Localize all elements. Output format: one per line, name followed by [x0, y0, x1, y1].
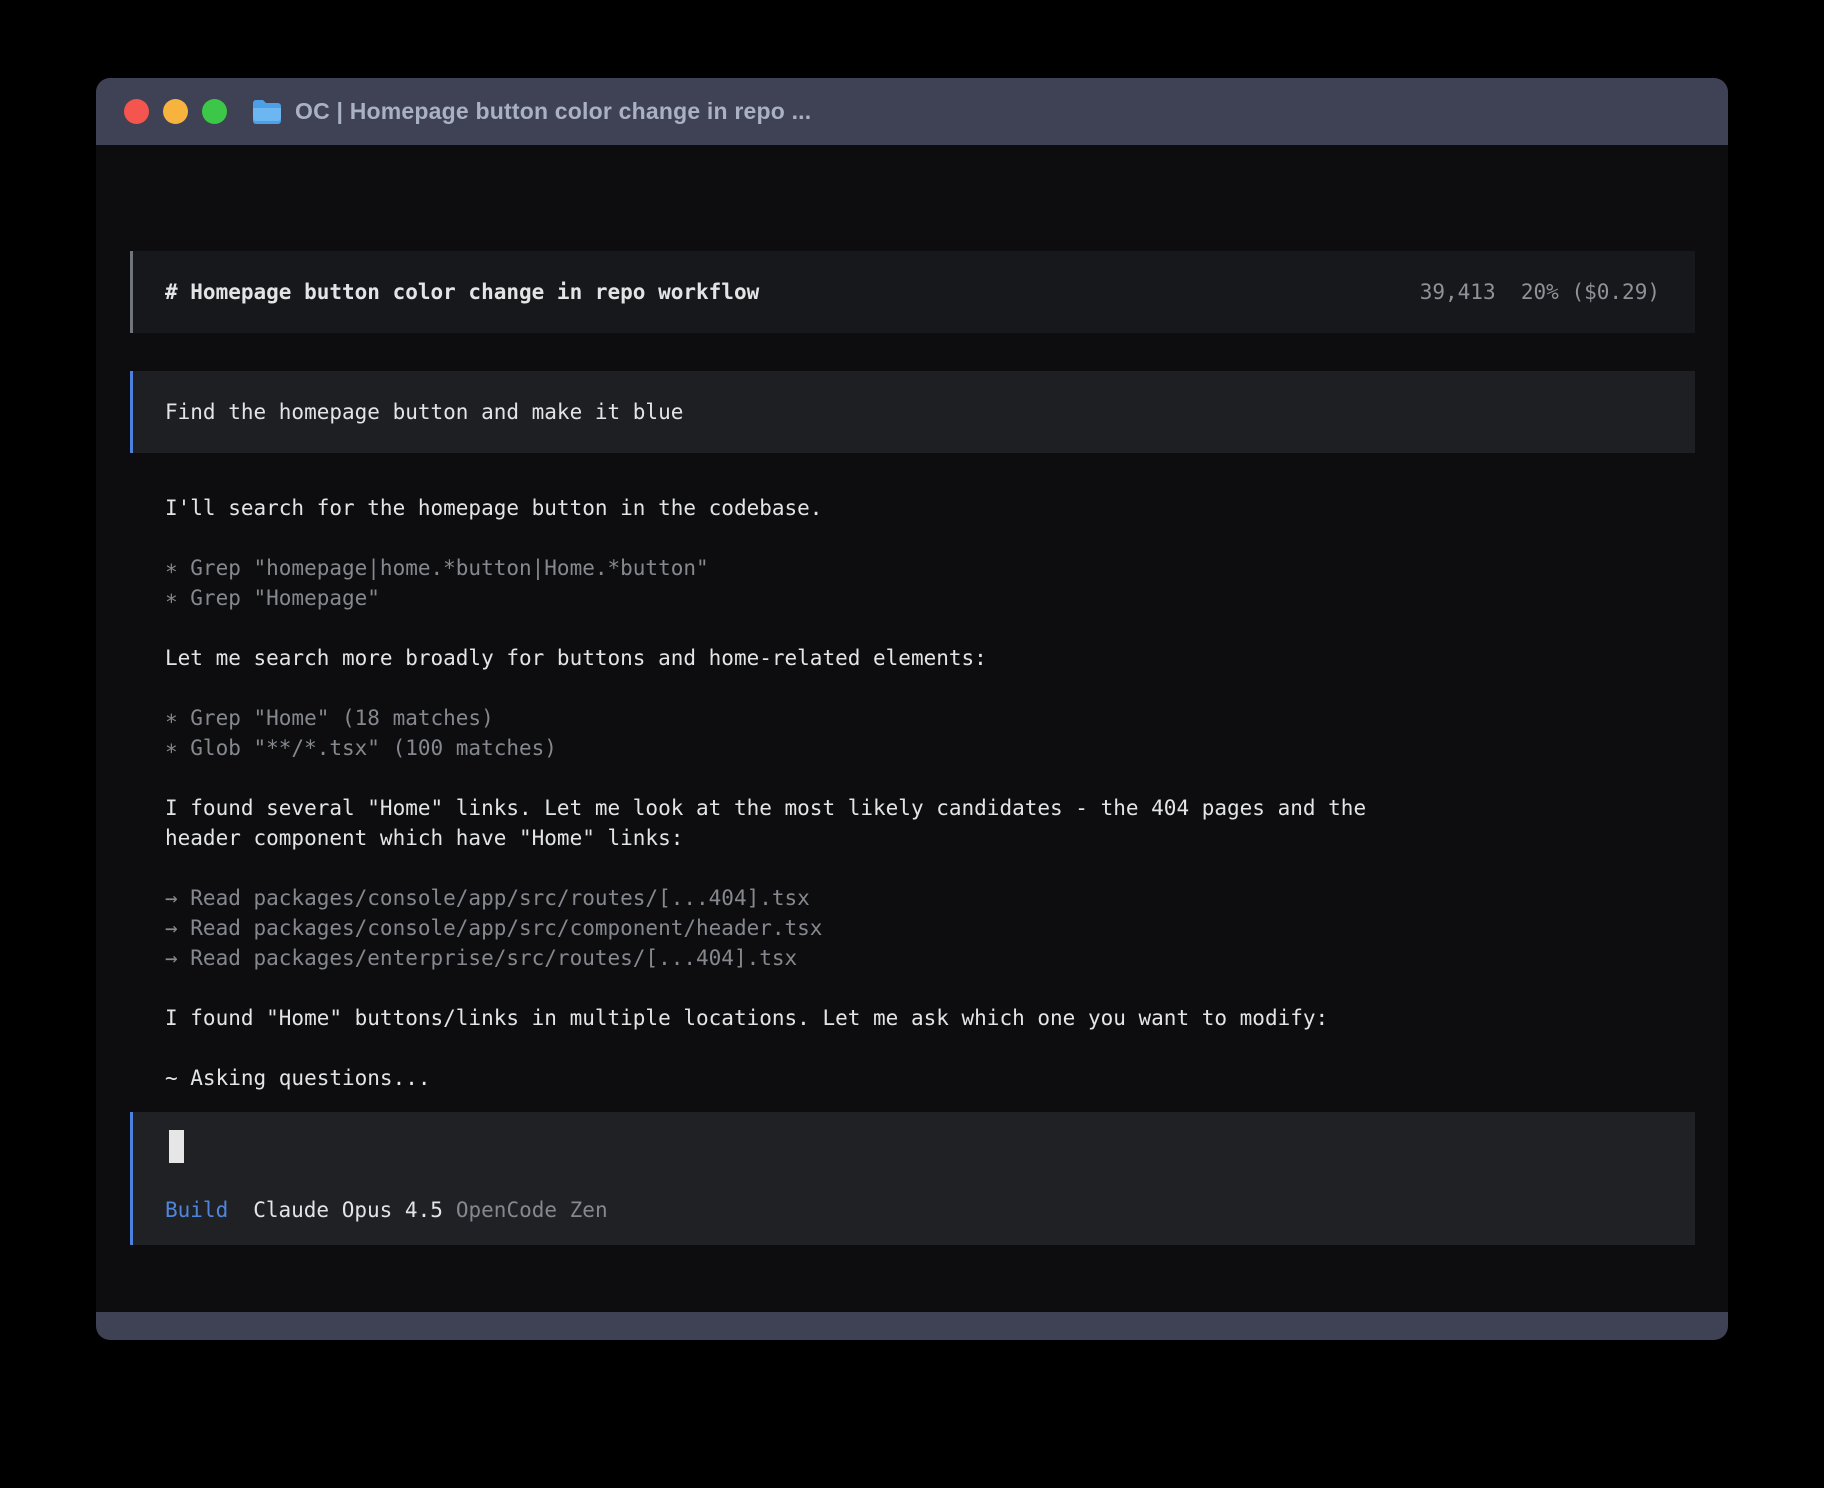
terminal-window: OC | Homepage button color change in rep… [96, 78, 1728, 1340]
tool-call-line: → Read packages/console/app/src/routes/[… [165, 883, 1695, 913]
assistant-message: I found several "Home" links. Let me loo… [130, 793, 1695, 853]
assistant-text-line: Let me search more broadly for buttons a… [165, 643, 1695, 673]
conversation: I'll search for the homepage button in t… [130, 493, 1695, 1183]
minimize-button[interactable] [163, 99, 188, 124]
token-count: 39,413 [1420, 280, 1496, 304]
zoom-button[interactable] [202, 99, 227, 124]
provider-label: OpenCode Zen [456, 1195, 608, 1225]
text-cursor [169, 1130, 184, 1163]
context-percent: 20% [1521, 280, 1559, 304]
tool-call-line: ∗ Grep "homepage|home.*button|Home.*butt… [165, 553, 1695, 583]
assistant-message: I'll search for the homepage button in t… [130, 493, 1695, 523]
working-status-line: ~ Asking questions... [165, 1063, 1695, 1093]
prompt-input[interactable]: Build Claude Opus 4.5 OpenCode Zen [130, 1112, 1695, 1245]
assistant-text-line: I found "Home" buttons/links in multiple… [165, 1003, 1695, 1033]
assistant-message: I found "Home" buttons/links in multiple… [130, 1003, 1695, 1033]
window-titlebar[interactable]: OC | Homepage button color change in rep… [96, 78, 1728, 145]
tool-call-group: → Read packages/console/app/src/routes/[… [130, 883, 1695, 973]
tool-call-line: ∗ Grep "Homepage" [165, 583, 1695, 613]
working-status: ~ Asking questions... [130, 1063, 1695, 1093]
mode-label: Build [165, 1195, 228, 1225]
window-bottom-chrome [96, 1312, 1728, 1340]
assistant-text-line: I found several "Home" links. Let me loo… [165, 793, 1695, 823]
model-label: Claude Opus 4.5 [253, 1195, 443, 1225]
window-title: OC | Homepage button color change in rep… [295, 98, 811, 125]
terminal-content: # Homepage button color change in repo w… [96, 145, 1728, 1312]
user-message: Find the homepage button and make it blu… [130, 371, 1695, 453]
assistant-text-line: header component which have "Home" links… [165, 823, 1695, 853]
tool-call-line: ∗ Glob "**/*.tsx" (100 matches) [165, 733, 1695, 763]
input-mode-row: Build Claude Opus 4.5 OpenCode Zen [165, 1195, 608, 1225]
tool-call-group: ∗ Grep "homepage|home.*button|Home.*butt… [130, 553, 1695, 613]
session-title: # Homepage button color change in repo w… [165, 277, 759, 307]
assistant-message: Let me search more broadly for buttons a… [130, 643, 1695, 673]
tool-call-line: ∗ Grep "Home" (18 matches) [165, 703, 1695, 733]
close-button[interactable] [124, 99, 149, 124]
session-stats: 39,413 20% ($0.29) [1420, 277, 1660, 307]
assistant-text-line: I'll search for the homepage button in t… [165, 493, 1695, 523]
session-header: # Homepage button color change in repo w… [130, 251, 1695, 333]
tool-call-line: → Read packages/enterprise/src/routes/[.… [165, 943, 1695, 973]
folder-icon [251, 99, 283, 125]
tool-call-line: → Read packages/console/app/src/componen… [165, 913, 1695, 943]
session-cost: ($0.29) [1571, 280, 1660, 304]
user-message-text: Find the homepage button and make it blu… [165, 397, 683, 427]
tool-call-group: ∗ Grep "Home" (18 matches) ∗ Glob "**/*.… [130, 703, 1695, 763]
